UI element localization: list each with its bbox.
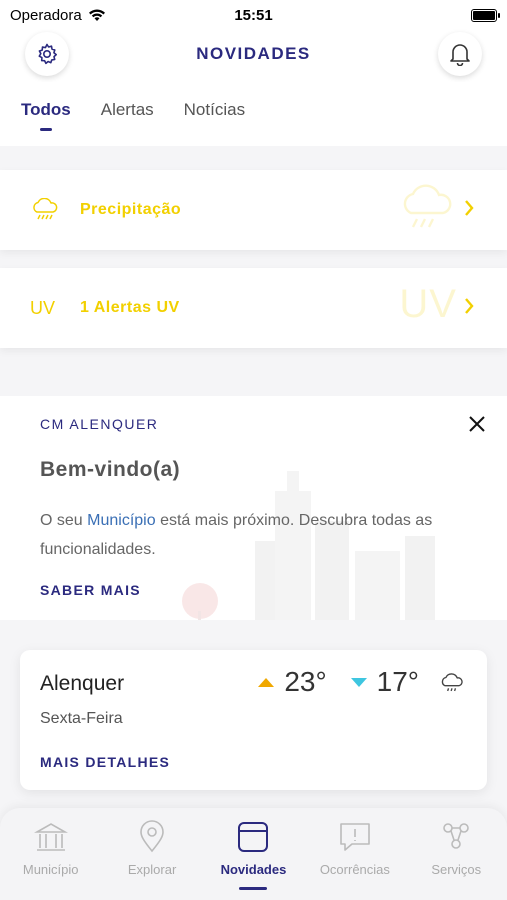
welcome-text: O seu Município está mais próximo. Descu…: [40, 512, 433, 558]
min-temp-arrow-icon: [350, 677, 367, 687]
more-details-link[interactable]: MAIS DETALHES: [40, 754, 170, 770]
weather-day: Sexta-Feira: [40, 710, 123, 727]
alert-label: Precipitação: [80, 201, 182, 218]
nav-novidades[interactable]: Novidades: [203, 820, 303, 900]
welcome-title: Bem-vindo(a): [40, 458, 181, 481]
nav-label: Novidades: [220, 862, 287, 877]
nav-municipio[interactable]: Município: [1, 820, 101, 900]
alert-uv-card[interactable]: UV 1 Alertas UV UV: [0, 268, 507, 348]
nav-label: Município: [22, 862, 79, 877]
welcome-card: CM ALENQUER Bem-vindo(a) O seu Município…: [0, 396, 507, 620]
alert-label: 1 Alertas UV: [80, 299, 180, 316]
nav-label: Explorar: [127, 862, 177, 877]
weather-card[interactable]: Alenquer 23° 17° Sexta-Feira MAIS DETALH…: [20, 650, 487, 790]
uv-bg-icon: UV: [399, 282, 457, 326]
max-temp: 23°: [284, 666, 327, 697]
municipality-name: CM ALENQUER: [40, 416, 159, 432]
close-icon[interactable]: [467, 414, 487, 434]
tab-noticias[interactable]: Notícias: [184, 82, 245, 146]
tab-alertas[interactable]: Alertas: [101, 82, 154, 146]
weather-city: Alenquer: [40, 672, 125, 695]
bell-icon: [450, 44, 470, 66]
rain-cloud-icon: [33, 198, 58, 220]
building-icon: [33, 823, 68, 851]
municipio-highlight: Município: [87, 512, 156, 529]
nav-servicos[interactable]: Serviços: [406, 820, 506, 900]
rain-cloud-icon: [441, 673, 463, 692]
location-pin-icon: [140, 820, 164, 853]
alert-precipitation-card[interactable]: Precipitação: [0, 170, 507, 250]
page-title: NOVIDADES: [196, 44, 311, 63]
chevron-right-icon: [465, 200, 474, 216]
learn-more-link[interactable]: SABER MAIS: [40, 582, 141, 598]
wifi-icon: [88, 9, 105, 21]
uv-icon: UV: [30, 297, 56, 318]
tab-todos[interactable]: Todos: [21, 82, 71, 146]
nav-label: Ocorrências: [319, 862, 390, 877]
bottom-nav: Município Explorar Novidades Ocorrências…: [0, 808, 507, 900]
nav-label: Serviços: [431, 862, 482, 877]
tab-bar: Todos Alertas Notícias: [0, 82, 507, 146]
carrier-label: Operadora: [10, 6, 82, 24]
services-icon: [443, 823, 470, 849]
top-bar: NOVIDADES: [0, 30, 507, 82]
nav-explorar[interactable]: Explorar: [102, 820, 202, 900]
notifications-button[interactable]: [438, 32, 482, 76]
rain-cloud-bg-icon: [403, 184, 452, 228]
report-icon: [340, 823, 370, 851]
news-icon: [238, 822, 269, 852]
min-temp: 17°: [376, 666, 419, 697]
nav-ocorrencias[interactable]: Ocorrências: [305, 820, 405, 900]
max-temp-arrow-icon: [258, 677, 275, 687]
weather-temps: 23° 17°: [258, 666, 419, 698]
active-indicator: [239, 887, 268, 890]
status-bar: Operadora 15:51: [0, 0, 507, 30]
chevron-right-icon: [465, 298, 474, 314]
battery-icon: [471, 8, 500, 22]
